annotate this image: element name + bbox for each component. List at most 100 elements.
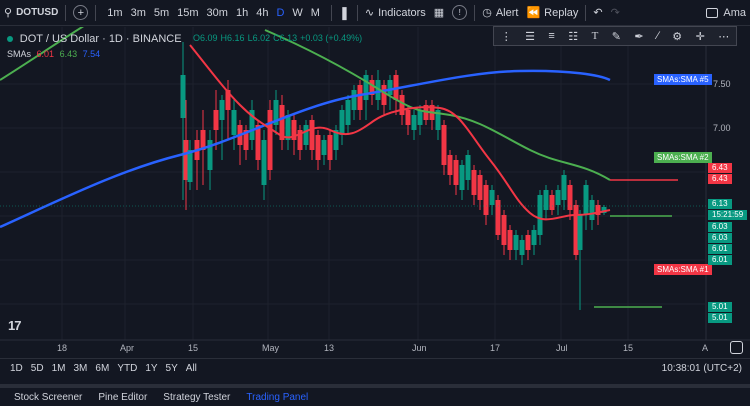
time-label: May bbox=[262, 343, 280, 353]
candle-body bbox=[327, 135, 333, 160]
divider bbox=[356, 4, 358, 21]
undo-button[interactable]: ↶ bbox=[589, 0, 606, 26]
panel-tab-trading-panel[interactable]: Trading Panel bbox=[238, 392, 316, 403]
interval-5m[interactable]: 5m bbox=[150, 7, 173, 19]
trend-lines-icon[interactable]: ☰ bbox=[525, 30, 535, 43]
interval-30m[interactable]: 30m bbox=[203, 7, 232, 19]
redo-button[interactable]: ↷ bbox=[607, 0, 624, 26]
sma1-tag[interactable]: SMAs:SMA #1 bbox=[654, 264, 712, 275]
candle-body bbox=[549, 195, 555, 210]
range-all[interactable]: All bbox=[182, 363, 201, 374]
interval-3m[interactable]: 3m bbox=[127, 7, 150, 19]
symbol-name: DOTUSD bbox=[16, 7, 59, 18]
time-label: 13 bbox=[324, 343, 335, 353]
settings-icon[interactable]: ⚙ bbox=[672, 30, 682, 43]
close-value: C6.13 bbox=[273, 33, 298, 43]
compare-button[interactable]: + bbox=[69, 0, 92, 26]
more-icon[interactable]: ⋯ bbox=[718, 30, 729, 43]
time-label: A bbox=[702, 343, 709, 353]
candle-body bbox=[537, 195, 543, 235]
candle-body bbox=[477, 175, 483, 200]
clock[interactable]: 10:38:01 (UTC+2) bbox=[662, 363, 742, 374]
panel-tab-pine-editor[interactable]: Pine Editor bbox=[90, 392, 155, 403]
alarm-icon: ◷ bbox=[482, 7, 492, 19]
sma5-tag[interactable]: SMAs:SMA #5 bbox=[654, 74, 712, 85]
interval-4h[interactable]: 4h bbox=[252, 7, 272, 19]
panel-tab-stock-screener[interactable]: Stock Screener bbox=[6, 392, 90, 403]
candle-body bbox=[261, 140, 267, 185]
divider bbox=[330, 4, 332, 21]
alert-button[interactable]: ◷ Alert bbox=[478, 0, 522, 26]
chart-type-button[interactable]: ❚ bbox=[335, 0, 354, 26]
bottom-panel-tabs: Stock Screener Pine Editor Strategy Tester… bbox=[0, 384, 750, 406]
range-6m[interactable]: 6M bbox=[91, 363, 113, 374]
panel-tab-strategy-tester[interactable]: Strategy Tester bbox=[155, 392, 238, 403]
interval-15m[interactable]: 15m bbox=[173, 7, 202, 19]
range-5d[interactable]: 5D bbox=[27, 363, 48, 374]
layout-menu[interactable]: Ama bbox=[702, 0, 750, 26]
symbol-search[interactable]: ⚲ DOTUSD bbox=[0, 0, 62, 26]
fib-icon[interactable]: ≡ bbox=[548, 30, 554, 42]
candle-body bbox=[447, 155, 453, 175]
candle-body bbox=[561, 175, 567, 200]
candle-body bbox=[219, 100, 225, 120]
range-1m[interactable]: 1M bbox=[48, 363, 70, 374]
text-icon[interactable]: T bbox=[592, 30, 599, 42]
indicators-button[interactable]: ∿ Indicators bbox=[361, 0, 430, 26]
patterns-icon[interactable]: ☷ bbox=[568, 30, 578, 43]
alert-label: Alert bbox=[495, 6, 519, 19]
time-label: Jul bbox=[556, 343, 568, 353]
range-3m[interactable]: 3M bbox=[70, 363, 92, 374]
sma1-price-tag: 6.03 bbox=[708, 233, 732, 243]
crosshair-icon[interactable]: ✛ bbox=[696, 30, 705, 43]
line-icon[interactable]: ∕ bbox=[657, 30, 659, 42]
candle-body bbox=[471, 170, 477, 195]
candle-body bbox=[441, 125, 447, 165]
templates-button[interactable]: ! bbox=[448, 0, 471, 26]
range-1d[interactable]: 1D bbox=[6, 363, 27, 374]
search-icon: ⚲ bbox=[4, 7, 13, 19]
candle-body bbox=[465, 155, 471, 180]
axis-settings-icon[interactable] bbox=[730, 341, 743, 354]
pen-icon[interactable]: ✒ bbox=[634, 30, 643, 43]
candle-body bbox=[501, 215, 507, 245]
drag-handle-icon[interactable]: ⋮ bbox=[501, 30, 512, 43]
time-label: 17 bbox=[490, 343, 501, 353]
replay-button[interactable]: ⏪ Replay bbox=[522, 0, 582, 26]
candle-body bbox=[417, 110, 423, 125]
candle-body bbox=[495, 200, 501, 235]
layouts-button[interactable]: ▦ bbox=[430, 0, 448, 26]
range-ytd[interactable]: YTD bbox=[113, 363, 141, 374]
sma3-line bbox=[0, 69, 611, 229]
top-toolbar: ⚲ DOTUSD + 1m 3m 5m 15m 30m 1h 4h D W M ❚ ∿ Indic… bbox=[0, 0, 750, 26]
range-1y[interactable]: 1Y bbox=[141, 363, 161, 374]
time-label: 15 bbox=[623, 343, 634, 353]
candle-body bbox=[489, 190, 495, 205]
price-label: 7.00 bbox=[713, 123, 731, 133]
sma2-price-tag: 6.43 bbox=[708, 163, 732, 173]
change-value: +0.03 (+0.49%) bbox=[300, 33, 363, 43]
candle-body bbox=[357, 85, 363, 110]
rewind-icon: ⏪ bbox=[526, 7, 541, 19]
interval-W[interactable]: W bbox=[288, 7, 306, 19]
interval-1h[interactable]: 1h bbox=[232, 7, 252, 19]
divider bbox=[585, 4, 587, 21]
price-chart[interactable] bbox=[0, 27, 750, 354]
sma-legend-row[interactable]: SMAs 6.01 6.43 7.54 bbox=[7, 47, 182, 61]
divider bbox=[95, 4, 97, 21]
candle-body bbox=[351, 90, 357, 110]
sma2-tag[interactable]: SMAs:SMA #2 bbox=[654, 152, 712, 163]
interval-1m[interactable]: 1m bbox=[103, 7, 126, 19]
candle-body bbox=[507, 230, 513, 250]
tradingview-logo[interactable]: 17 bbox=[8, 318, 22, 333]
interval-M[interactable]: M bbox=[307, 7, 324, 19]
divider bbox=[65, 4, 67, 21]
symbol-title[interactable]: DOT / US Dollar · 1D · BINANCE bbox=[20, 33, 182, 45]
candle-body bbox=[213, 110, 219, 130]
time-label: 15 bbox=[188, 343, 199, 353]
undo-icon: ↶ bbox=[593, 7, 603, 19]
interval-D[interactable]: D bbox=[272, 7, 288, 19]
range-5y[interactable]: 5Y bbox=[162, 363, 182, 374]
brush-icon[interactable]: ✎ bbox=[612, 30, 621, 43]
candle-body bbox=[309, 120, 315, 150]
